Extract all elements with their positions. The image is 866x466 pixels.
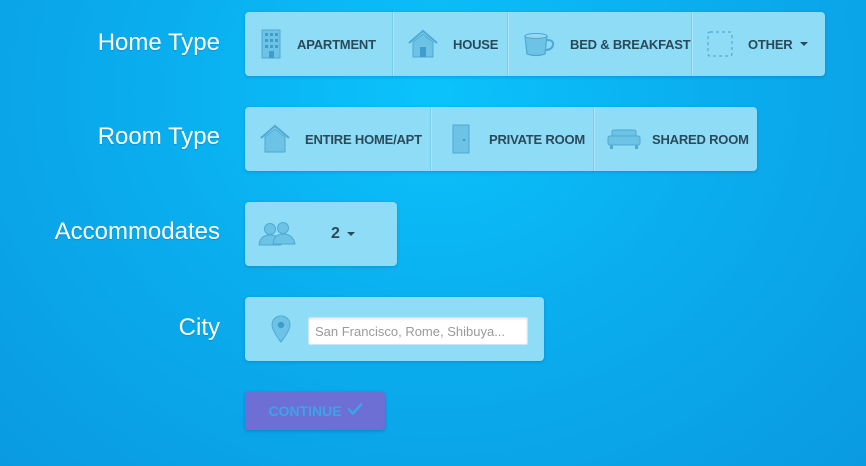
- dashed-square-icon: [706, 30, 734, 58]
- city-search-input[interactable]: [308, 317, 528, 345]
- home-type-label: Home Type: [97, 29, 220, 56]
- home-type-bed-breakfast-label: BED & BREAKFAST: [570, 36, 691, 52]
- home-type-other-dropdown[interactable]: OTHER: [692, 12, 825, 76]
- map-pin-icon: [271, 315, 291, 348]
- room-type-group: ENTIRE HOME/APT PRIVATE ROOM SHARED ROOM: [245, 107, 757, 171]
- apartment-building-icon: [259, 28, 283, 60]
- room-type-entire-home-option[interactable]: ENTIRE HOME/APT: [245, 107, 431, 171]
- home-type-house-label: HOUSE: [453, 36, 499, 52]
- home-type-group: APARTMENT HOUSE BED & BREAKFAST OTHER: [245, 12, 825, 76]
- door-icon: [451, 124, 471, 154]
- people-icon: [257, 221, 297, 247]
- couch-icon: [606, 127, 642, 151]
- continue-button[interactable]: CONTINUE: [245, 392, 385, 430]
- home-type-bed-breakfast-option[interactable]: BED & BREAKFAST: [508, 12, 692, 76]
- room-type-shared-room-option[interactable]: SHARED ROOM: [594, 107, 763, 171]
- continue-button-label: CONTINUE: [268, 403, 342, 419]
- room-type-entire-home-label: ENTIRE HOME/APT: [305, 131, 422, 147]
- chevron-down-icon: [799, 42, 808, 46]
- home-type-apartment-label: APARTMENT: [297, 36, 376, 52]
- room-type-private-room-option[interactable]: PRIVATE ROOM: [431, 107, 594, 171]
- accommodates-dropdown[interactable]: 2: [245, 202, 397, 266]
- city-group: [245, 297, 544, 361]
- home-type-apartment-option[interactable]: APARTMENT: [245, 12, 393, 76]
- accommodates-label: Accommodates: [54, 218, 220, 245]
- checkmark-icon: [347, 402, 362, 420]
- house-icon: [259, 124, 291, 154]
- room-type-label: Room Type: [97, 123, 220, 150]
- chevron-down-icon: [346, 232, 355, 236]
- accommodates-select[interactable]: 2: [245, 202, 397, 266]
- home-type-other-label: OTHER: [748, 36, 793, 52]
- house-icon: [407, 29, 439, 59]
- coffee-cup-icon: [522, 30, 556, 58]
- accommodates-value: 2: [331, 225, 340, 242]
- home-type-house-option[interactable]: HOUSE: [393, 12, 508, 76]
- room-type-private-room-label: PRIVATE ROOM: [489, 131, 586, 147]
- room-type-shared-room-label: SHARED ROOM: [652, 131, 749, 147]
- city-label: City: [178, 314, 220, 341]
